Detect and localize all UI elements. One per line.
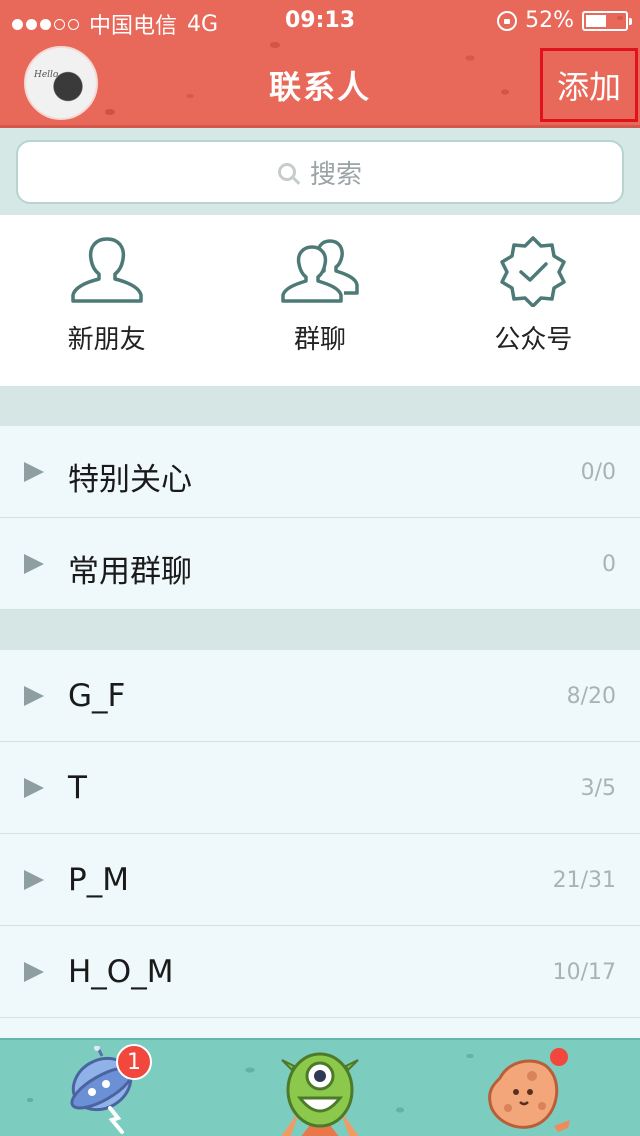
shortcut-label: 群聊 [293,325,346,355]
group-name: H_O_M [68,954,174,990]
shortcut-row: 新朋友 群聊 公众号 [0,214,640,386]
expand-arrow-icon [24,778,44,798]
new-friends-shortcut[interactable]: 新朋友 [0,215,213,386]
person-icon [70,237,143,303]
group-count: 10/17 [552,960,616,985]
section-divider [0,610,640,650]
monster-icon [281,1052,359,1136]
group-count: 0 [602,552,616,577]
add-button[interactable]: 添加 [540,48,638,122]
search-icon [277,163,296,181]
search-placeholder: 搜索 [309,159,362,190]
search-area: 搜索 [0,128,640,214]
message-badge: 1 [116,1044,152,1080]
expand-arrow-icon [24,462,44,482]
group-name: G_F [68,678,126,714]
verified-badge-icon [500,236,567,307]
header-bar: 中国电信 4G 09:13 52% Hello 联系人 添加 [0,0,640,128]
search-input[interactable]: 搜索 [16,140,624,204]
group-count: 3/5 [580,776,616,801]
group-row-hom[interactable]: H_O_M 10/17 [0,926,640,1018]
battery-percent: 52% [525,8,574,33]
expand-arrow-icon [24,870,44,890]
group-name: T [68,770,87,806]
group-name: 常用群聊 [68,554,192,590]
group-icon [281,239,359,303]
tab-bar: 1 [0,1038,640,1136]
dynamic-dot-badge [550,1048,568,1066]
group-count: 21/31 [552,868,616,893]
group-row-special-care[interactable]: 特别关心 0/0 [0,426,640,518]
rotation-lock-icon [497,10,518,31]
group-row-pm[interactable]: P_M 21/31 [0,834,640,926]
expand-arrow-icon [24,554,44,574]
group-name: 特别关心 [68,462,192,498]
group-row-partial [0,1018,640,1038]
expand-arrow-icon [24,686,44,706]
group-chat-shortcut[interactable]: 群聊 [213,215,426,386]
battery-icon [582,10,632,31]
group-name: P_M [68,862,129,898]
shortcut-label: 公众号 [494,325,573,355]
group-row-frequent-groups[interactable]: 常用群聊 0 [0,518,640,610]
expand-arrow-icon [24,962,44,982]
group-count: 0/0 [580,460,616,485]
group-row-t[interactable]: T 3/5 [0,742,640,834]
tab-dynamic[interactable] [426,1040,639,1136]
tab-contacts[interactable] [213,1040,426,1136]
status-bar: 中国电信 4G 09:13 52% [0,0,640,40]
official-accounts-shortcut[interactable]: 公众号 [427,215,640,386]
group-count: 8/20 [566,684,616,709]
section-divider [0,386,640,426]
tab-messages[interactable]: 1 [0,1040,213,1136]
shortcut-label: 新朋友 [67,325,146,355]
group-row-gf[interactable]: G_F 8/20 [0,650,640,742]
battery-fill [586,14,606,27]
